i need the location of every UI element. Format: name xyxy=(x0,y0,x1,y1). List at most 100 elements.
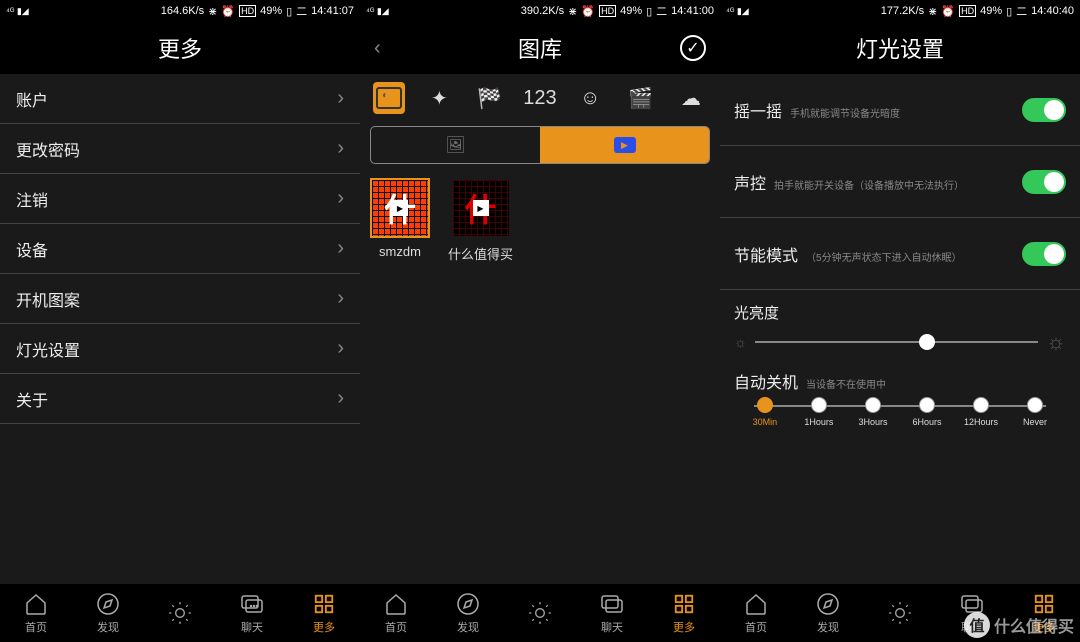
setting-desc: 拍手就能开关设备（设备播放中无法执行） xyxy=(774,177,964,192)
nav-center[interactable] xyxy=(527,600,553,626)
thumbnail-label: 什么值得买 xyxy=(448,244,513,263)
nav-home[interactable]: 首页 xyxy=(743,591,769,635)
signal-icon: ⁴ᴳ ▮◢ xyxy=(726,6,749,17)
nav-home[interactable]: 首页 xyxy=(23,591,49,635)
nav-more[interactable]: 更多 xyxy=(311,591,337,635)
brightness-slider[interactable] xyxy=(755,341,1038,343)
signal-icon: ⁴ᴳ ▮◢ xyxy=(366,6,389,17)
header-title: 更多 xyxy=(158,32,202,64)
step-6h[interactable]: 6Hours xyxy=(900,397,954,427)
list-item-logout[interactable]: 注销 › xyxy=(0,174,360,224)
nav-home[interactable]: 首页 xyxy=(383,591,409,635)
compass-icon xyxy=(815,591,841,617)
tab-number[interactable]: 123 xyxy=(524,82,556,114)
sun-small-icon: ☼ xyxy=(734,334,747,350)
gallery-item[interactable]: 什▶ smzdm xyxy=(370,178,430,263)
item-label: 更改密码 xyxy=(16,137,80,161)
status-bar: ⁴ᴳ ▮◢ 177.2K/s ⋇ ⏰ HD 49% ▯ 二 14:40:40 xyxy=(720,0,1080,22)
battery-text: 49% xyxy=(980,5,1002,17)
tab-emoji[interactable]: ☺ xyxy=(574,82,606,114)
screen-gallery: ⁴ᴳ ▮◢ 390.2K/s ⋇ ⏰ HD 49% ▯ 二 14:41:00 ‹… xyxy=(360,0,720,642)
item-label: 关于 xyxy=(16,387,48,411)
setting-title: 声控 xyxy=(734,170,766,194)
seg-play[interactable]: ▶ xyxy=(540,127,709,163)
setting-desc: 手机就能调节设备光暗度 xyxy=(790,105,900,120)
watermark-badge: 值 xyxy=(964,612,990,638)
setting-title: 节能模式 xyxy=(734,242,798,266)
list-item-account[interactable]: 账户 › xyxy=(0,74,360,124)
cloud-icon: ☁ xyxy=(681,86,701,111)
thumbnail-label: smzdm xyxy=(379,244,421,259)
shake-switch[interactable] xyxy=(1022,98,1066,122)
header-title: 图库 xyxy=(518,32,562,64)
nav-more[interactable]: 更多 xyxy=(671,591,697,635)
tab-folder[interactable] xyxy=(373,82,405,114)
battery-text: 49% xyxy=(260,5,282,17)
step-3h[interactable]: 3Hours xyxy=(846,397,900,427)
item-label: 注销 xyxy=(16,187,48,211)
chevron-right-icon: › xyxy=(337,87,344,110)
nav-chat[interactable]: 聊天 xyxy=(599,591,625,635)
confirm-button[interactable]: ✓ xyxy=(680,35,706,61)
gallery-grid: 什▶ smzdm 什▶ 什么值得买 xyxy=(360,168,720,273)
tab-video[interactable]: 🎬 xyxy=(625,82,657,114)
day: 二 xyxy=(656,3,667,19)
nav-discover[interactable]: 发现 xyxy=(815,591,841,635)
list-item-device[interactable]: 设备 › xyxy=(0,224,360,274)
tab-flag[interactable]: 🏁 xyxy=(474,82,506,114)
back-button[interactable]: ‹ xyxy=(374,37,381,60)
screen-light-settings: ⁴ᴳ ▮◢ 177.2K/s ⋇ ⏰ HD 49% ▯ 二 14:40:40 灯… xyxy=(720,0,1080,642)
step-30min[interactable]: 30Min xyxy=(738,397,792,427)
nav-label: 更多 xyxy=(313,619,335,635)
nav-discover[interactable]: 发现 xyxy=(95,591,121,635)
bluetooth-icon: ⋇ xyxy=(568,5,577,18)
sound-switch[interactable] xyxy=(1022,170,1066,194)
status-time: 14:40:40 xyxy=(1031,5,1074,17)
image-icon xyxy=(376,87,402,109)
autooff-section: 自动关机 当设备不在使用中 30Min 1Hours 3Hours 6Hours… xyxy=(720,359,1080,437)
play-icon: ▶ xyxy=(614,137,636,153)
chevron-right-icon: › xyxy=(337,137,344,160)
settings-list: 账户 › 更改密码 › 注销 › 设备 › 开机图案 › 灯光设置 › 关于 › xyxy=(0,74,360,584)
list-item-light-settings[interactable]: 灯光设置 › xyxy=(0,324,360,374)
compass-icon xyxy=(95,591,121,617)
nav-chat[interactable]: 聊天 xyxy=(239,591,265,635)
home-icon xyxy=(743,591,769,617)
sun-large-icon: ☼ xyxy=(1046,329,1066,355)
step-1h[interactable]: 1Hours xyxy=(792,397,846,427)
chevron-right-icon: › xyxy=(337,387,344,410)
bottom-nav: 首页 发现 聊天 更多 xyxy=(360,584,720,642)
step-never[interactable]: Never xyxy=(1008,397,1062,427)
eco-switch[interactable] xyxy=(1022,242,1066,266)
nav-label: 发现 xyxy=(817,619,839,635)
list-item-about[interactable]: 关于 › xyxy=(0,374,360,424)
chevron-right-icon: › xyxy=(337,187,344,210)
nav-label: 首页 xyxy=(745,619,767,635)
list-item-boot-pattern[interactable]: 开机图案 › xyxy=(0,274,360,324)
home-icon xyxy=(383,591,409,617)
tab-star[interactable]: ✦ xyxy=(423,82,455,114)
autooff-steps[interactable]: 30Min 1Hours 3Hours 6Hours 12Hours Never xyxy=(738,397,1062,427)
number-label: 123 xyxy=(523,87,556,110)
setting-desc: （5分钟无声状态下进入自动休眠） xyxy=(806,249,962,264)
list-item-password[interactable]: 更改密码 › xyxy=(0,124,360,174)
net-speed: 177.2K/s xyxy=(881,5,924,17)
screen-more: ⁴ᴳ ▮◢ 164.6K/s ⋇ ⏰ HD 49% ▯ 二 14:41:07 更… xyxy=(0,0,360,642)
alarm-icon: ⏰ xyxy=(581,5,595,18)
slider-handle[interactable] xyxy=(919,334,935,350)
picture-icon: 🖼 xyxy=(445,135,465,155)
setting-title: 摇一摇 xyxy=(734,98,782,122)
status-bar: ⁴ᴳ ▮◢ 164.6K/s ⋇ ⏰ HD 49% ▯ 二 14:41:07 xyxy=(0,0,360,22)
tab-cloud[interactable]: ☁ xyxy=(675,82,707,114)
home-icon xyxy=(23,591,49,617)
step-12h[interactable]: 12Hours xyxy=(954,397,1008,427)
nav-center[interactable] xyxy=(887,600,913,626)
nav-discover[interactable]: 发现 xyxy=(455,591,481,635)
gallery-item[interactable]: 什▶ 什么值得买 xyxy=(448,178,513,263)
setting-shake: 摇一摇 手机就能调节设备光暗度 xyxy=(720,74,1080,146)
seg-image[interactable]: 🖼 xyxy=(371,127,540,163)
brightness-section: 光亮度 ☼ ☼ xyxy=(720,290,1080,359)
day: 二 xyxy=(296,3,307,19)
clapper-icon: 🎬 xyxy=(628,86,653,111)
nav-center[interactable] xyxy=(167,600,193,626)
